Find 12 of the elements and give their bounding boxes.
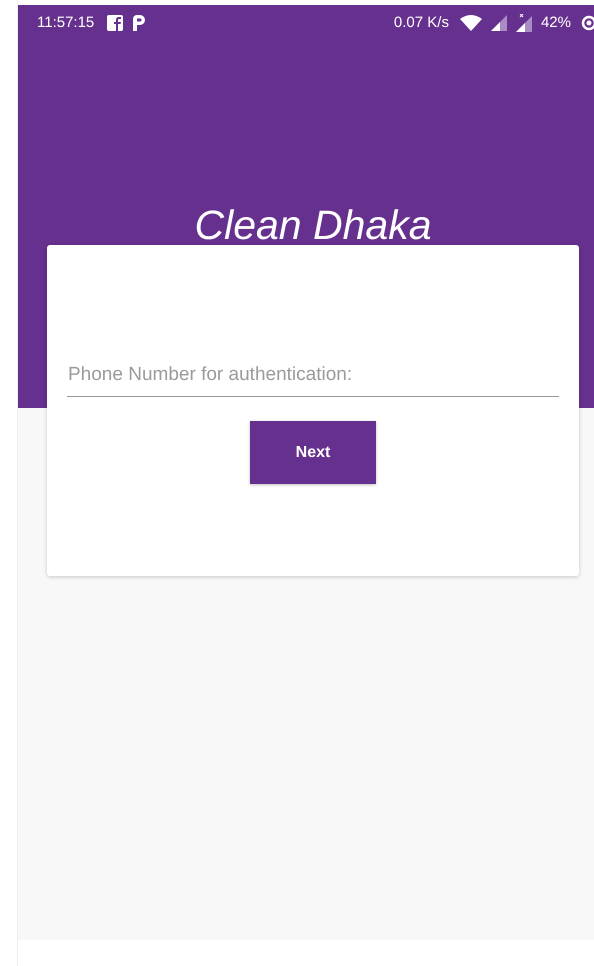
app-title: Clean Dhaka [193, 202, 433, 248]
network-speed: 0.07 K/s [394, 14, 449, 31]
sync-icon [580, 14, 594, 30]
wifi-icon [460, 14, 482, 30]
signal-icon [516, 14, 532, 32]
battery-level: 42% [540, 14, 571, 31]
parking-icon [132, 14, 146, 30]
status-time: 11:57:15 [37, 14, 94, 31]
next-button[interactable]: Next [250, 421, 376, 484]
phone-input-field[interactable]: Phone Number for authentication: [67, 357, 559, 397]
app-notification-icon [107, 14, 124, 30]
signal-icon [490, 14, 507, 30]
